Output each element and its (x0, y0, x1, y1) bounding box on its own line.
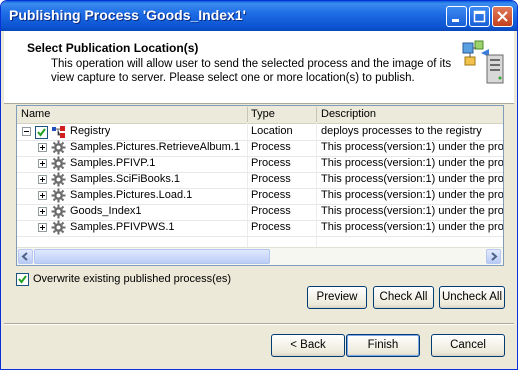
registry-icon (52, 126, 65, 138)
collapse-icon[interactable] (22, 127, 31, 136)
expand-icon[interactable] (38, 223, 47, 232)
uncheck-all-button[interactable]: Uncheck All (439, 286, 505, 309)
column-divider[interactable] (316, 107, 317, 122)
row-type: Process (251, 189, 291, 201)
registry-checkbox[interactable] (35, 126, 48, 139)
horizontal-scrollbar[interactable] (17, 247, 503, 265)
column-divider[interactable] (247, 107, 248, 122)
column-header-type[interactable]: Type (251, 108, 275, 120)
maximize-icon (473, 10, 486, 23)
column-header-description[interactable]: Description (321, 108, 376, 120)
row-name: Samples.Pictures.Load.1 (70, 189, 193, 201)
row-name: Samples.SciFiBooks.1 (70, 173, 181, 185)
check-icon (37, 128, 46, 137)
table-row[interactable]: Samples.Pictures.RetrieveAlbum.1 Process T… (17, 140, 503, 157)
row-name: Registry (70, 125, 111, 137)
publishing-dialog: Publishing Process 'Goods_Index1' Select… (0, 0, 518, 370)
expand-icon[interactable] (38, 207, 47, 216)
row-description: This process(version:1) under the proje (321, 189, 503, 201)
table-row[interactable]: Samples.SciFiBooks.1 Process This process(… (17, 172, 503, 189)
table-row[interactable]: Goods_Index1 Process This process(version:… (17, 204, 503, 221)
check-all-button[interactable]: Check All (373, 286, 434, 309)
row-description: This process(version:1) under the proje (321, 141, 503, 153)
arrow-left-icon (21, 252, 28, 261)
preview-button[interactable]: Preview (307, 286, 367, 309)
row-type: Process (251, 221, 291, 233)
row-description: This process(version:1) under the proje (321, 157, 503, 169)
process-gear-icon (51, 172, 66, 187)
table-row[interactable]: Samples.Pictures.Load.1 Process This proce… (17, 188, 503, 205)
row-type: Process (251, 173, 291, 185)
overwrite-checkbox[interactable] (16, 273, 29, 286)
back-button[interactable]: < Back (271, 334, 345, 357)
finish-button[interactable]: Finish (346, 334, 420, 357)
header-description: This operation will allow user to send t… (51, 58, 452, 84)
table-row[interactable]: Samples.PFIVPWS.1 Process This process(ver… (17, 220, 503, 237)
minimize-button[interactable] (446, 6, 467, 27)
row-name: Samples.PFIVP.1 (70, 157, 156, 169)
row-name: Samples.PFIVPWS.1 (70, 221, 175, 233)
close-button[interactable] (492, 6, 513, 27)
check-icon (18, 275, 27, 284)
row-type: Process (251, 205, 291, 217)
expand-icon[interactable] (38, 191, 47, 200)
row-description: This process(version:1) under the proje (321, 205, 503, 217)
window-title: Publishing Process 'Goods_Index1' (9, 7, 246, 23)
expand-icon[interactable] (38, 143, 47, 152)
publish-to-server-icon (462, 40, 504, 84)
locations-tree-table[interactable]: Name Type Description Registry Location … (16, 105, 504, 266)
header-title: Select Publication Location(s) (27, 41, 199, 55)
table-header: Name Type Description (17, 106, 503, 124)
process-gear-icon (51, 156, 66, 171)
process-gear-icon (51, 140, 66, 155)
expand-icon[interactable] (38, 175, 47, 184)
minimize-icon (452, 19, 459, 22)
row-description: This process(version:1) under the proje (321, 173, 503, 185)
table-row[interactable]: Samples.PFIVP.1 Process This process(versi… (17, 156, 503, 173)
scroll-left-button[interactable] (18, 249, 33, 264)
row-type: Process (251, 157, 291, 169)
column-header-name[interactable]: Name (21, 108, 50, 120)
row-name: Samples.Pictures.RetrieveAlbum.1 (70, 141, 240, 153)
footer-separator (4, 323, 514, 325)
scroll-right-button[interactable] (486, 249, 501, 264)
table-row-registry[interactable]: Registry Location deploys processes to t… (17, 124, 503, 141)
process-gear-icon (51, 220, 66, 235)
maximize-button[interactable] (469, 6, 490, 27)
scrollbar-thumb[interactable] (34, 249, 270, 264)
cancel-button[interactable]: Cancel (431, 334, 505, 357)
wizard-header: Select Publication Location(s) This oper… (4, 31, 514, 104)
overwrite-label[interactable]: Overwrite existing published process(es) (33, 273, 231, 285)
row-description: This process(version:1) under the proje (321, 221, 503, 233)
row-type: Location (251, 125, 293, 137)
process-gear-icon (51, 204, 66, 219)
close-icon (497, 11, 508, 22)
row-type: Process (251, 141, 291, 153)
expand-icon[interactable] (38, 159, 47, 168)
row-name: Goods_Index1 (70, 205, 142, 217)
arrow-right-icon (491, 252, 498, 261)
row-description: deploys processes to the registry (321, 125, 482, 137)
process-gear-icon (51, 188, 66, 203)
title-bar[interactable]: Publishing Process 'Goods_Index1' (1, 1, 517, 31)
